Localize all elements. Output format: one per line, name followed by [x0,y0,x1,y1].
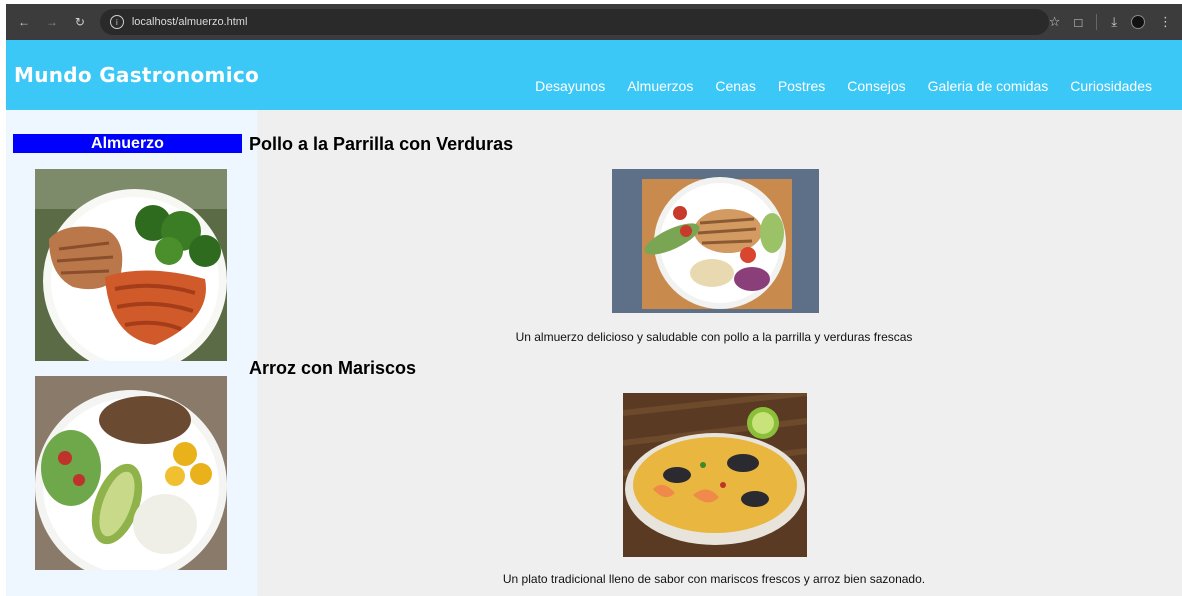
site-logo[interactable]: Mundo Gastronomico [14,63,259,87]
nav-desayunos[interactable]: Desayunos [535,78,605,94]
reload-icon[interactable]: ↻ [72,14,88,30]
nav-cenas[interactable]: Cenas [715,78,755,94]
rice-avocado-salad-photo [35,376,227,570]
extensions-icon[interactable]: □ [1074,15,1082,30]
url-text[interactable]: localhost/almuerzo.html [132,16,248,28]
nav-postres[interactable]: Postres [778,78,825,94]
dish-title: Arroz con Mariscos [249,358,417,378]
dish-title: Pollo a la Parrilla con Verduras [249,134,514,154]
sidebar-title: Almuerzo [13,134,242,153]
nav-almuerzos[interactable]: Almuerzos [627,78,693,94]
screen: ← → ↻ i localhost/almuerzo.html ☆ □ ⤓ ⋮ … [0,0,1182,596]
browser-actions: ☆ □ ⤓ ⋮ [1049,14,1172,30]
dish-caption: Un almuerzo delicioso y saludable con po… [515,330,913,344]
chicken-pasta-broccoli-photo [35,169,227,361]
browser-toolbar: ← → ↻ i localhost/almuerzo.html ☆ □ ⤓ ⋮ [6,4,1182,40]
dish-caption: Un plato tradicional lleno de sabor con … [502,572,926,586]
back-icon[interactable]: ← [16,14,32,30]
nav-curiosidades[interactable]: Curiosidades [1070,78,1152,94]
toolbar-divider [1096,14,1098,30]
sidebar: Almuerzo [6,110,257,596]
menu-icon[interactable]: ⋮ [1159,14,1172,30]
download-icon[interactable]: ⤓ [1111,14,1117,30]
address-bar[interactable]: i localhost/almuerzo.html [99,9,1049,35]
star-icon[interactable]: ☆ [1049,14,1061,30]
nav-consejos[interactable]: Consejos [847,78,905,94]
site-info-icon[interactable]: i [109,15,124,29]
main-nav: Desayunos Almuerzos Cenas Postres Consej… [535,78,1152,94]
profile-icon[interactable] [1131,15,1146,29]
site-header: Mundo Gastronomico Desayunos Almuerzos C… [6,40,1182,110]
forward-icon[interactable]: → [44,14,60,30]
rice-seafood-photo [623,393,807,557]
nav-galeria[interactable]: Galeria de comidas [928,78,1049,94]
grilled-chicken-vegetables-photo [612,169,819,313]
